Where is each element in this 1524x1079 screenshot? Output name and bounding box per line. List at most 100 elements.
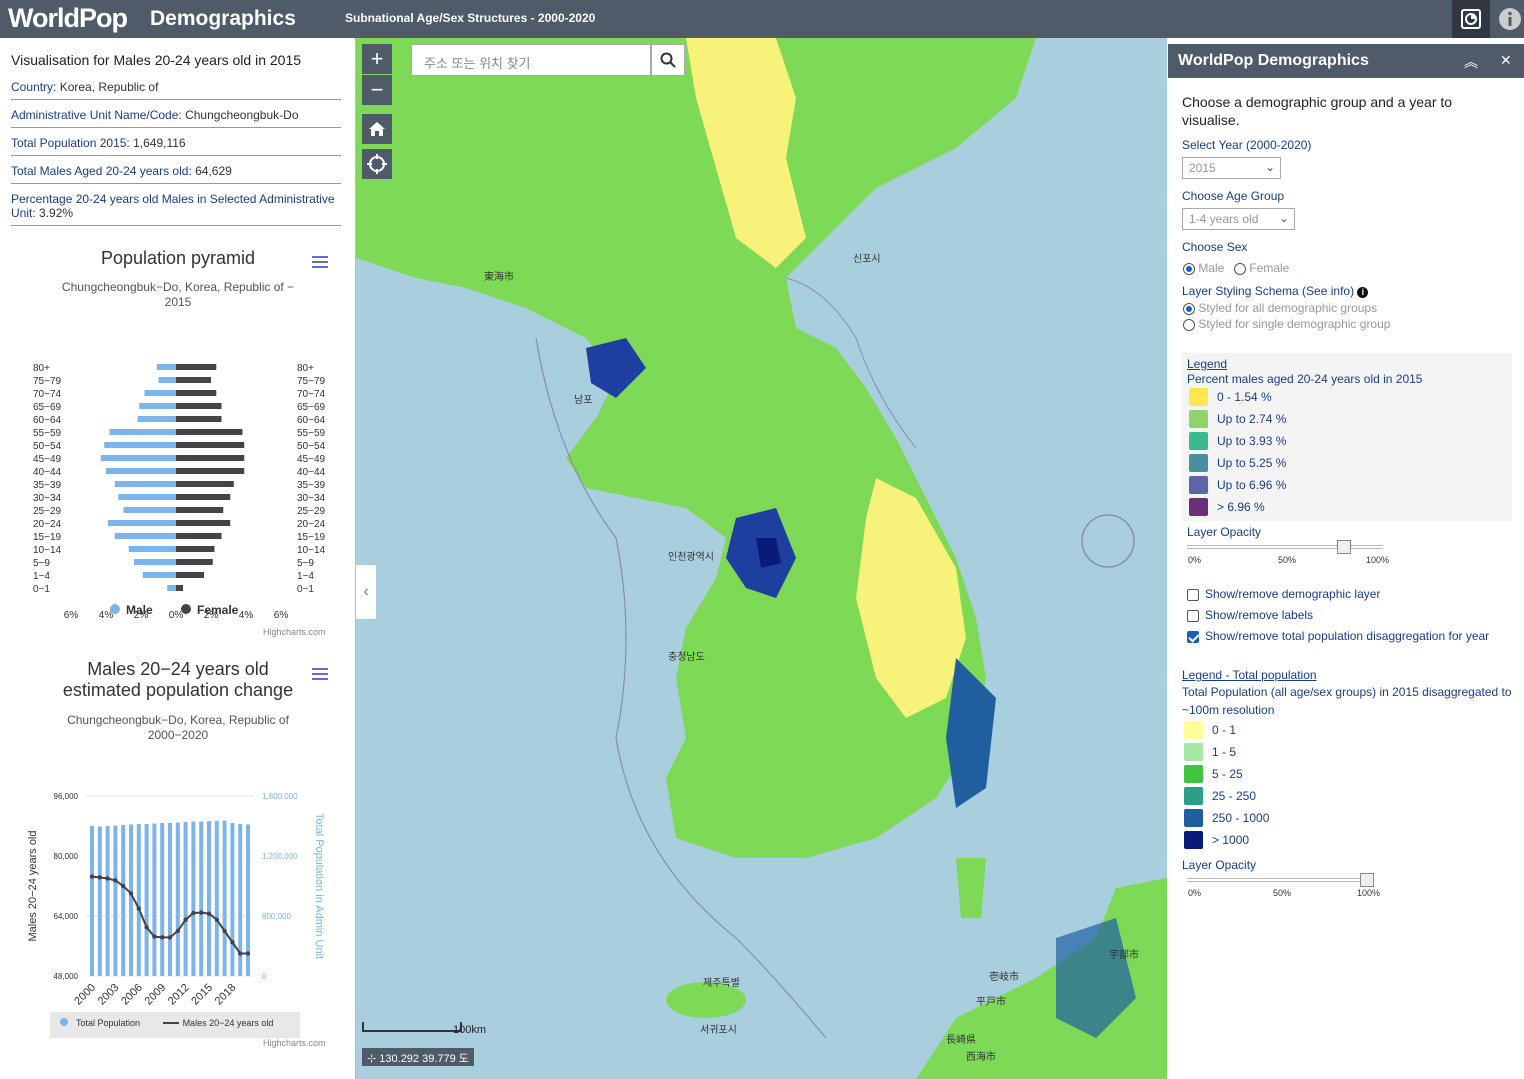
chart-toggle-button[interactable] — [1452, 0, 1490, 38]
pyramid-category-label-right: 45−49 — [297, 454, 326, 465]
pyramid-category-label-right: 0−1 — [297, 584, 314, 595]
pyramid-category-label-right: 35−39 — [297, 480, 326, 491]
pyramid-bar-female — [176, 403, 222, 409]
change-title: Males 20−24 years old estimated populati… — [0, 659, 356, 701]
map-label: 서귀포시 — [700, 1025, 737, 1036]
info-icon[interactable]: i — [1357, 287, 1369, 298]
pyramid-legend-female[interactable]: Female — [181, 603, 238, 617]
legend-swatch — [1184, 787, 1203, 805]
locate-button[interactable] — [362, 149, 392, 179]
change-point-males — [89, 874, 95, 879]
change-point-males — [128, 891, 134, 896]
pyramid-category-label-left: 45−49 — [33, 454, 62, 465]
info-button[interactable] — [1491, 0, 1524, 38]
pyramid-category-label-left: 0−1 — [33, 584, 50, 595]
schema-all-label: Styled for all demographic groups — [1198, 301, 1378, 315]
toggle-labels[interactable]: Show/remove labels — [1187, 608, 1313, 622]
legend-label: Female — [197, 603, 239, 617]
change-point-males — [144, 925, 149, 930]
map-canvas[interactable] — [356, 38, 1167, 1079]
schema-all-radio[interactable]: Styled for all demographic groups — [1183, 301, 1377, 315]
change-bar-total — [136, 824, 141, 976]
change-point-males — [199, 910, 204, 915]
change-point-males — [105, 876, 110, 881]
legend-total[interactable]: Total Population — [76, 1018, 140, 1028]
pyramid-bar-male — [144, 390, 176, 396]
change-y-right-tick: 0 — [262, 972, 267, 981]
pyramid-subtitle: Chungcheongbuk−Do, Korea, Republic of − … — [61, 280, 295, 309]
pyramid-category-label-left: 80+ — [33, 363, 50, 374]
pyramid-category-label-right: 25−29 — [297, 506, 326, 517]
pyramid-category-label-right: 5−9 — [297, 558, 314, 569]
change-point-males — [113, 878, 118, 883]
legend-item-label: 5 - 25 — [1212, 767, 1243, 781]
pyramid-bar-male — [156, 364, 176, 370]
pyramid-bar-female — [176, 533, 222, 539]
search-input[interactable]: 주소 또는 위치 찾기 — [411, 44, 651, 76]
sex-label: Choose Sex — [1182, 240, 1248, 254]
map-label: 平戸市 — [976, 997, 1006, 1008]
pyramid-category-label-left: 10−14 — [33, 545, 62, 556]
checkbox-icon — [1187, 609, 1199, 622]
info-total-males: Total Males Aged 20-24 years old: 64,629 — [11, 164, 341, 184]
radio-icon — [1234, 262, 1246, 275]
collapse-panel-icon[interactable]: ︽ — [1464, 52, 1478, 72]
pyramid-bar-male — [118, 494, 176, 500]
opacity-slider-2[interactable] — [1187, 878, 1367, 882]
sex-female-radio[interactable]: Female — [1234, 261, 1289, 275]
year-select[interactable]: 2015 ⌄ — [1182, 157, 1281, 179]
sex-male-label: Male — [1198, 261, 1225, 275]
chevron-down-icon: ⌄ — [1264, 160, 1275, 174]
map-view[interactable]: + − 주소 또는 위치 찾기 ‹ 東海市 신포시 남포 인천광역시 충청남도 … — [356, 38, 1167, 1079]
map-label: 제주특별 — [703, 978, 740, 989]
close-icon[interactable]: ✕ — [1500, 52, 1512, 69]
pyramid-menu-icon[interactable] — [312, 256, 328, 271]
zoom-out-button[interactable]: − — [362, 75, 392, 105]
pyramid-credits[interactable]: Highcharts.com — [263, 627, 326, 637]
change-y-right-label: Total Population in Admin Unit — [313, 813, 325, 959]
info-value: Chungcheongbuk-Do — [185, 108, 299, 122]
search-button[interactable] — [651, 44, 685, 76]
total-dot-icon — [60, 1018, 68, 1026]
map-label: 남포 — [574, 395, 593, 406]
age-group-select[interactable]: 1-4 years old ⌄ — [1182, 208, 1295, 230]
zoom-in-button[interactable]: + — [362, 44, 392, 74]
legend-males[interactable]: Males 20−24 years old — [183, 1018, 274, 1028]
change-bar-total — [199, 821, 204, 976]
legend-item-label: > 1000 — [1212, 833, 1250, 847]
pyramid-category-label-right: 75−79 — [297, 376, 326, 387]
pyramid-bar-male — [134, 559, 176, 565]
legend-item-label: Up to 5.25 % — [1217, 456, 1287, 470]
map-label: 신포시 — [853, 254, 881, 265]
change-bar-total — [183, 822, 188, 976]
opacity-slider-1[interactable] — [1187, 545, 1383, 549]
pyramid-bar-male — [142, 572, 176, 578]
app-brand: WorldPop — [8, 3, 128, 33]
sex-male-radio[interactable]: Male — [1183, 261, 1224, 275]
legend-swatch — [1189, 498, 1208, 516]
toggle-total-population[interactable]: Show/remove total population disaggregat… — [1187, 629, 1489, 643]
change-y-right-tick: 1,200,000 — [262, 852, 298, 861]
pyramid-bar-female — [176, 442, 245, 448]
home-button[interactable] — [362, 114, 392, 144]
male-dot-icon — [110, 604, 120, 614]
change-bar-total — [144, 824, 149, 976]
pyramid-category-label-right: 30−34 — [297, 493, 326, 504]
info-icon — [1499, 8, 1521, 30]
pyramid-legend-male[interactable]: Male — [110, 603, 153, 617]
collapse-left-panel-button[interactable]: ‹ — [356, 565, 376, 619]
legend-title: Legend — [1187, 357, 1228, 371]
opacity-handle-1[interactable] — [1336, 540, 1351, 554]
change-x-tick: 2006 — [119, 982, 145, 1008]
change-y-left-tick: 96,000 — [54, 792, 79, 801]
legend-swatch — [1184, 765, 1203, 783]
legend-item-label: Up to 6.96 % — [1217, 478, 1287, 492]
change-menu-icon[interactable] — [312, 668, 328, 683]
schema-single-radio[interactable]: Styled for single demographic group — [1183, 317, 1390, 331]
change-credits[interactable]: Highcharts.com — [263, 1038, 326, 1048]
legend-item-label: 0 - 1.54 % — [1217, 390, 1272, 404]
chart-icon — [1461, 9, 1481, 29]
opacity-handle-2[interactable] — [1360, 873, 1374, 887]
pyramid-category-label-left: 1−4 — [33, 571, 50, 582]
toggle-demographic-layer[interactable]: Show/remove demographic layer — [1187, 587, 1380, 601]
